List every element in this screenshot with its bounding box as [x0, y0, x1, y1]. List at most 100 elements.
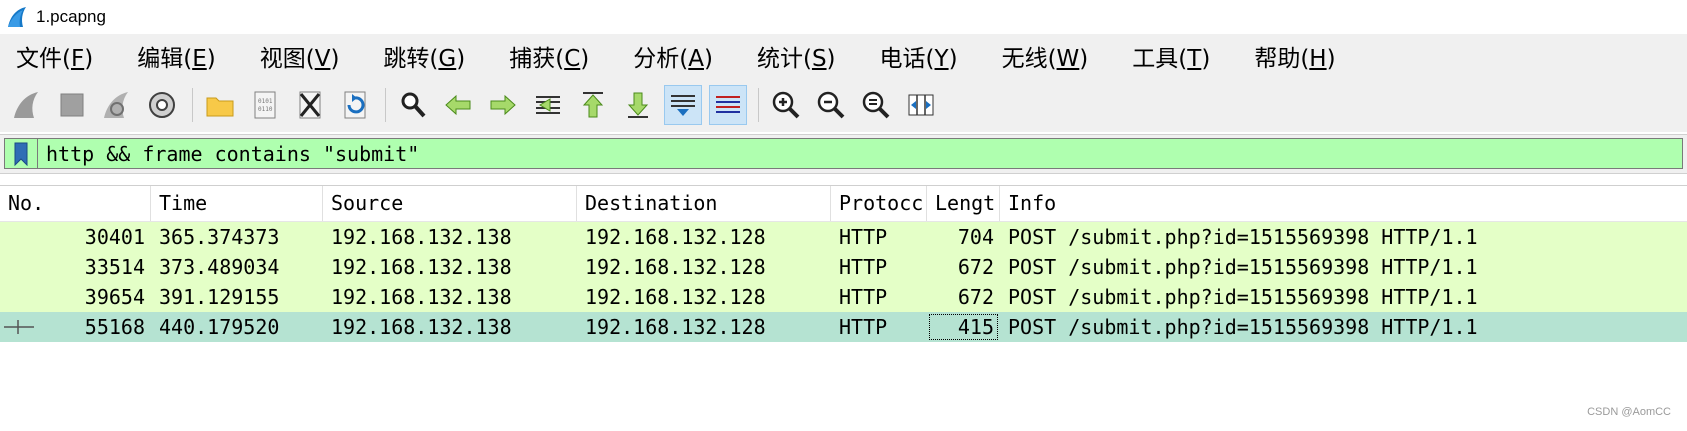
- open-file-button[interactable]: [201, 85, 239, 125]
- main-toolbar: 0101 0110: [0, 78, 1687, 132]
- menu-statistics[interactable]: 统计(S): [757, 39, 836, 73]
- zoom-out-icon: [817, 91, 845, 119]
- packet-info: POST /submit.php?id=1515569398 HTTP/1.1: [1008, 285, 1478, 309]
- stop-capture-button[interactable]: [53, 85, 91, 125]
- packet-no: 30401: [84, 225, 145, 249]
- start-capture-icon: [14, 92, 38, 118]
- column-header-length[interactable]: Lengt: [927, 186, 1000, 221]
- packet-source: 192.168.132.138: [331, 255, 512, 279]
- menu-wireless[interactable]: 无线(W): [1002, 39, 1089, 73]
- watermark: CSDN @AomCC: [1587, 406, 1671, 418]
- display-filter-field: [4, 138, 1683, 169]
- go-forward-button[interactable]: [484, 85, 522, 125]
- packet-source: 192.168.132.138: [331, 285, 512, 309]
- last-packet-icon: [627, 92, 649, 118]
- packet-length: 672: [957, 255, 994, 279]
- packet-protocol: HTTP: [839, 285, 888, 309]
- start-capture-button[interactable]: [8, 85, 46, 125]
- svg-text:0110: 0110: [258, 106, 273, 113]
- menu-edit[interactable]: 编辑(E): [137, 39, 216, 73]
- packet-destination: 192.168.132.128: [585, 255, 766, 279]
- packet-length: 415: [927, 312, 1000, 342]
- column-header-time[interactable]: Time: [151, 186, 323, 221]
- go-forward-icon: [490, 94, 516, 116]
- toolbar-separator: [758, 88, 759, 122]
- menu-capture[interactable]: 捕获(C): [509, 39, 589, 73]
- resize-columns-button[interactable]: [902, 85, 940, 125]
- packet-protocol: HTTP: [839, 255, 888, 279]
- menu-view[interactable]: 视图(V): [260, 39, 340, 73]
- stop-capture-icon: [60, 93, 84, 117]
- menu-help[interactable]: 帮助(H): [1254, 39, 1335, 73]
- column-header-destination[interactable]: Destination: [577, 186, 831, 221]
- go-back-icon: [445, 94, 471, 116]
- packet-row-selected[interactable]: 55168 440.179520 192.168.132.138 192.168…: [0, 312, 1687, 342]
- packet-protocol: HTTP: [839, 315, 888, 339]
- close-file-button[interactable]: [291, 85, 329, 125]
- first-packet-button[interactable]: [574, 85, 612, 125]
- zoom-in-button[interactable]: [767, 85, 805, 125]
- toolbar-separator: [192, 88, 193, 122]
- auto-scroll-button[interactable]: [664, 85, 702, 125]
- zoom-reset-icon: [862, 91, 890, 119]
- menu-file[interactable]: 文件(F): [16, 39, 93, 73]
- packet-time: 365.374373: [159, 225, 280, 249]
- zoom-reset-button[interactable]: [857, 85, 895, 125]
- packet-source: 192.168.132.138: [331, 315, 512, 339]
- column-header-info[interactable]: Info: [1000, 186, 1687, 221]
- save-file-icon: 01010110: [254, 91, 276, 119]
- column-header-no[interactable]: No.: [0, 186, 151, 221]
- find-packet-button[interactable]: [394, 85, 432, 125]
- go-to-packet-button[interactable]: [529, 85, 567, 125]
- display-filter-bar: [0, 134, 1687, 174]
- packet-row[interactable]: 33514 373.489034 192.168.132.138 192.168…: [0, 252, 1687, 282]
- find-packet-icon: [401, 92, 426, 118]
- resize-columns-icon: [908, 94, 934, 116]
- window-title: 1.pcapng: [36, 7, 106, 26]
- toolbar-separator: [385, 88, 386, 122]
- open-file-icon: [206, 97, 234, 117]
- packet-time: 373.489034: [159, 255, 280, 279]
- packet-row[interactable]: 39654 391.129155 192.168.132.138 192.168…: [0, 282, 1687, 312]
- close-file-icon: [299, 91, 321, 119]
- packet-destination: 192.168.132.128: [585, 225, 766, 249]
- packet-row[interactable]: 30401 365.374373 192.168.132.138 192.168…: [0, 222, 1687, 252]
- packet-destination: 192.168.132.128: [585, 285, 766, 309]
- related-packet-marker-icon: [4, 320, 34, 334]
- first-packet-icon: [582, 92, 604, 118]
- colorize-icon: [716, 96, 740, 113]
- last-packet-button[interactable]: [619, 85, 657, 125]
- zoom-out-button[interactable]: [812, 85, 850, 125]
- packet-no: 33514: [84, 255, 145, 279]
- menu-go[interactable]: 跳转(G): [383, 39, 465, 73]
- packet-info: POST /submit.php?id=1515569398 HTTP/1.1: [1008, 315, 1478, 339]
- packet-list-header: No. Time Source Destination Protocc Leng…: [0, 186, 1687, 222]
- wireshark-fin-icon: [8, 7, 26, 27]
- menu-tools[interactable]: 工具(T): [1132, 39, 1210, 73]
- packet-time: 391.129155: [159, 285, 280, 309]
- capture-options-icon: [149, 92, 175, 118]
- colorize-button[interactable]: [709, 85, 747, 125]
- restart-capture-button[interactable]: [98, 85, 136, 125]
- auto-scroll-icon: [671, 95, 695, 116]
- capture-options-button[interactable]: [143, 85, 181, 125]
- packet-time: 440.179520: [159, 315, 280, 339]
- bookmark-icon: [14, 142, 28, 166]
- display-filter-input[interactable]: [46, 141, 1646, 166]
- packet-info: POST /submit.php?id=1515569398 HTTP/1.1: [1008, 255, 1478, 279]
- packet-length: 704: [957, 225, 994, 249]
- packet-source: 192.168.132.138: [331, 225, 512, 249]
- menu-analyze[interactable]: 分析(A): [633, 39, 713, 73]
- save-file-button[interactable]: 0101 0110: [246, 85, 284, 125]
- svg-text:0101: 0101: [258, 98, 273, 105]
- menu-telephony[interactable]: 电话(Y): [880, 39, 958, 73]
- go-back-button[interactable]: [439, 85, 477, 125]
- filter-bookmark-button[interactable]: [5, 139, 38, 168]
- go-to-packet-icon: [536, 96, 560, 114]
- packet-destination: 192.168.132.128: [585, 315, 766, 339]
- packet-length: 672: [957, 285, 994, 309]
- column-header-source[interactable]: Source: [323, 186, 577, 221]
- reload-file-button[interactable]: [336, 85, 374, 125]
- column-header-protocol[interactable]: Protocc: [831, 186, 927, 221]
- restart-capture-icon: [104, 92, 128, 118]
